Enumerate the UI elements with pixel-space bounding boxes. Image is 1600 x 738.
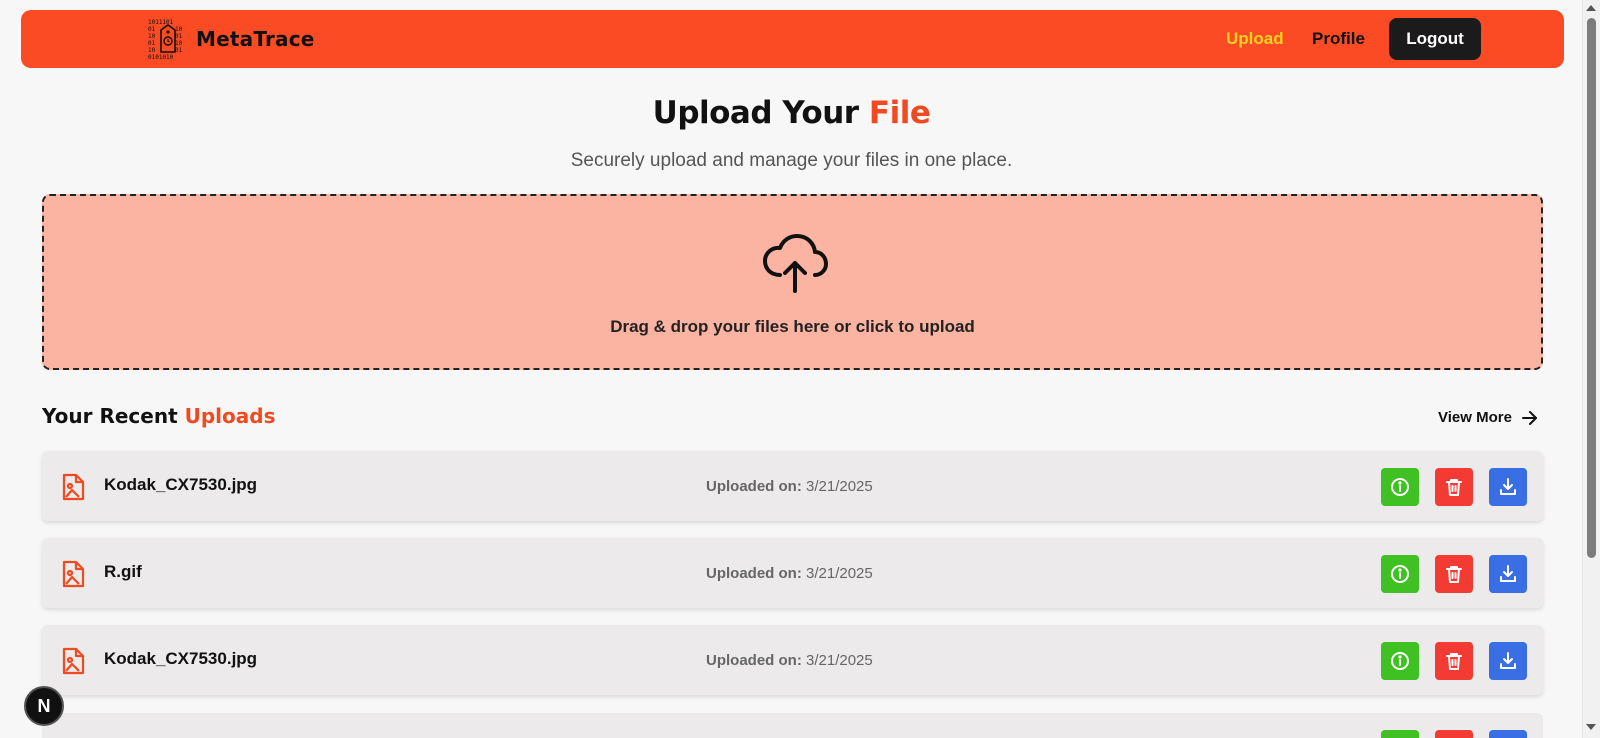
svg-text:01: 01 [148, 40, 156, 47]
download-file-button[interactable] [1489, 642, 1527, 680]
nextjs-badge-letter: N [37, 695, 51, 716]
file-info-button[interactable] [1381, 555, 1419, 593]
file-name: R.gif [104, 562, 142, 581]
recent-uploads-title-main: Your Recent [42, 404, 185, 428]
upload-date-value: 3/21/2025 [806, 652, 873, 669]
file-name: Kodak_CX7530.jpg [104, 649, 258, 668]
trash-icon [1446, 566, 1462, 583]
file-dropzone[interactable]: Drag & drop your files here or click to … [42, 194, 1543, 370]
svg-text:10: 10 [175, 26, 183, 33]
scrollbar-thumb[interactable] [1587, 18, 1596, 558]
recent-uploads-title: Your Recent Uploads [42, 404, 275, 428]
download-file-button[interactable] [1489, 555, 1527, 593]
upload-date: Uploaded on: 3/21/2025 [706, 652, 873, 669]
recent-uploads-title-accent: Uploads [184, 404, 276, 428]
page-title-accent: File [868, 95, 931, 131]
upload-row[interactable]: Kodak_CX7530.jpg Uploaded on: 3/21/2025 [42, 625, 1543, 695]
svg-text:10: 10 [175, 40, 183, 47]
brand-name[interactable]: MetaTrace [196, 27, 315, 51]
svg-text:01: 01 [175, 33, 183, 40]
svg-text:10: 10 [148, 33, 156, 40]
upload-date: Uploaded on: 3/21/2025 [706, 565, 873, 582]
scroll-up-arrow-icon[interactable] [1586, 5, 1596, 11]
recent-uploads-list: Kodak_CX7530.jpg Uploaded on: 3/21/2025 … [42, 451, 1543, 712]
download-icon [1500, 565, 1516, 582]
trash-icon [1446, 479, 1462, 496]
upload-date-value: 3/21/2025 [806, 478, 873, 495]
scroll-down-arrow-icon[interactable] [1586, 724, 1596, 730]
delete-file-button[interactable] [1435, 468, 1473, 506]
svg-text:0101010: 0101010 [148, 54, 174, 60]
page-title: Upload Your File [0, 95, 1582, 131]
delete-file-button[interactable] [1435, 555, 1473, 593]
file-info-button[interactable] [1381, 468, 1419, 506]
svg-text:01: 01 [148, 26, 156, 33]
svg-text:1011101: 1011101 [148, 19, 174, 26]
nav-link-profile[interactable]: Profile [1312, 29, 1365, 49]
delete-file-button[interactable] [1435, 642, 1473, 680]
file-name: Kodak_CX7530.jpg [104, 475, 258, 494]
image-file-icon [62, 647, 85, 675]
file-info-button[interactable] [1381, 642, 1419, 680]
nextjs-dev-badge[interactable]: N [24, 686, 64, 726]
info-icon [1391, 652, 1409, 670]
download-file-button[interactable] [1489, 468, 1527, 506]
view-more-link[interactable]: View More [1438, 409, 1538, 426]
nav-link-upload[interactable]: Upload [1226, 29, 1284, 49]
view-more-label: View More [1438, 409, 1512, 426]
metatrace-logo-icon[interactable]: 1011101 01 10 10 01 01 10 10 01 0101010 [148, 18, 188, 60]
svg-text:10: 10 [148, 47, 156, 54]
info-icon [1391, 565, 1409, 583]
upload-row[interactable]: Kodak_CX7530.jpg Uploaded on: 3/21/2025 [42, 451, 1543, 521]
upload-date-value: 3/21/2025 [806, 565, 873, 582]
vertical-scrollbar[interactable] [1583, 0, 1600, 738]
svg-text:01: 01 [175, 47, 183, 54]
image-file-icon [62, 473, 85, 501]
page-subtitle: Securely upload and manage your files in… [570, 150, 1013, 171]
upload-row[interactable]: R.gif Uploaded on: 3/21/2025 [42, 538, 1543, 608]
cloud-upload-icon [763, 234, 828, 293]
download-icon [1500, 478, 1516, 495]
upload-date-label: Uploaded on: [706, 565, 802, 582]
navbar: 1011101 01 10 10 01 01 10 10 01 0101010 Meta… [21, 10, 1564, 68]
trash-icon [1446, 653, 1462, 670]
logout-button[interactable]: Logout [1389, 18, 1481, 60]
info-icon [1391, 478, 1409, 496]
upload-date: Uploaded on: 3/21/2025 [706, 478, 873, 495]
delete-file-button[interactable] [1435, 730, 1473, 738]
upload-date-label: Uploaded on: [706, 478, 802, 495]
download-file-button[interactable] [1489, 730, 1527, 738]
download-icon [1500, 652, 1516, 669]
upload-date-label: Uploaded on: [706, 652, 802, 669]
file-info-button[interactable] [1381, 730, 1419, 738]
page-title-main: Upload Your [652, 95, 869, 131]
image-file-icon [62, 560, 85, 588]
arrow-right-icon [1521, 410, 1537, 425]
upload-row-partial[interactable] [42, 713, 1543, 738]
dropzone-text: Drag & drop your files here or click to … [610, 317, 975, 336]
page: 1011101 01 10 10 01 01 10 10 01 0101010 Meta… [0, 0, 1583, 738]
